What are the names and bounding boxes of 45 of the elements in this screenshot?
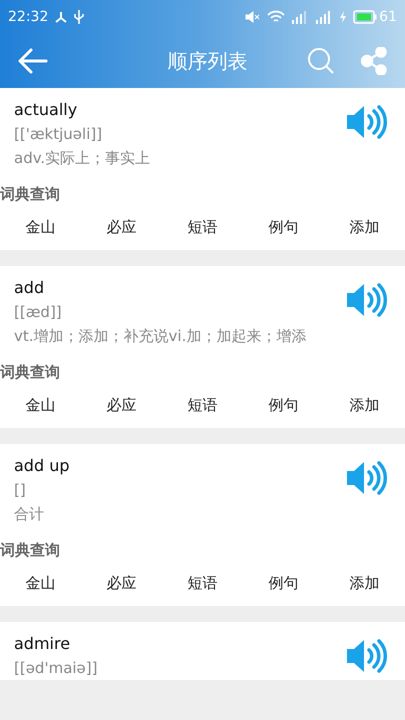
search-icon[interactable]	[307, 47, 335, 75]
dictionary-button[interactable]: 必应	[100, 570, 142, 596]
dictionary-button[interactable]: 例句	[262, 570, 304, 596]
dictionary-button[interactable]: 金山	[20, 392, 62, 418]
back-icon[interactable]	[18, 48, 48, 74]
phonetic-text: [[əd'maiə]]	[14, 658, 98, 679]
meaning-text: adv.实际上；事实上	[14, 148, 150, 169]
word-text: add up	[14, 455, 70, 477]
dictionary-button[interactable]: 短语	[182, 392, 224, 418]
dictionary-button[interactable]: 例句	[262, 214, 304, 240]
speaker-icon[interactable]	[346, 638, 388, 674]
word-text: actually	[14, 99, 78, 121]
network-icon	[54, 10, 68, 24]
speaker-icon[interactable]	[346, 460, 388, 496]
dictionary-button[interactable]: 金山	[20, 214, 62, 240]
dictionary-button[interactable]: 必应	[100, 392, 142, 418]
battery-icon	[353, 10, 378, 24]
dictionary-button[interactable]: 短语	[182, 214, 224, 240]
section-label: 词典查询	[0, 184, 61, 204]
dictionary-button[interactable]: 例句	[262, 392, 304, 418]
dictionary-button[interactable]: 添加	[344, 392, 386, 418]
mute-icon	[245, 11, 262, 23]
toolbar-title: 顺序列表	[166, 48, 248, 74]
word-text: admire	[14, 633, 72, 655]
word-text: add	[14, 277, 46, 299]
phonetic-text: []	[14, 480, 27, 501]
battery-level: 61	[379, 9, 397, 25]
dictionary-button[interactable]: 短语	[182, 570, 224, 596]
usb-icon	[74, 9, 84, 25]
section-label: 词典查询	[0, 362, 61, 382]
status-time: 22:32	[8, 9, 48, 25]
phonetic-text: [['æktjuəli]]	[14, 124, 104, 145]
speaker-icon[interactable]	[346, 282, 388, 318]
phonetic-text: [[æd]]	[14, 302, 63, 323]
meaning-text: vt.增加；添加；补充说vi.加；加起来；增添	[14, 326, 306, 347]
wifi-icon	[267, 10, 286, 24]
dictionary-button[interactable]: 添加	[344, 214, 386, 240]
share-icon[interactable]	[361, 47, 387, 75]
dictionary-button[interactable]: 添加	[344, 570, 386, 596]
dictionary-button[interactable]: 金山	[20, 570, 62, 596]
dictionary-button[interactable]: 必应	[100, 214, 142, 240]
speaker-icon[interactable]	[346, 104, 388, 140]
meaning-text: 合计	[14, 504, 45, 525]
section-label: 词典查询	[0, 540, 61, 560]
charging-icon	[339, 10, 348, 24]
